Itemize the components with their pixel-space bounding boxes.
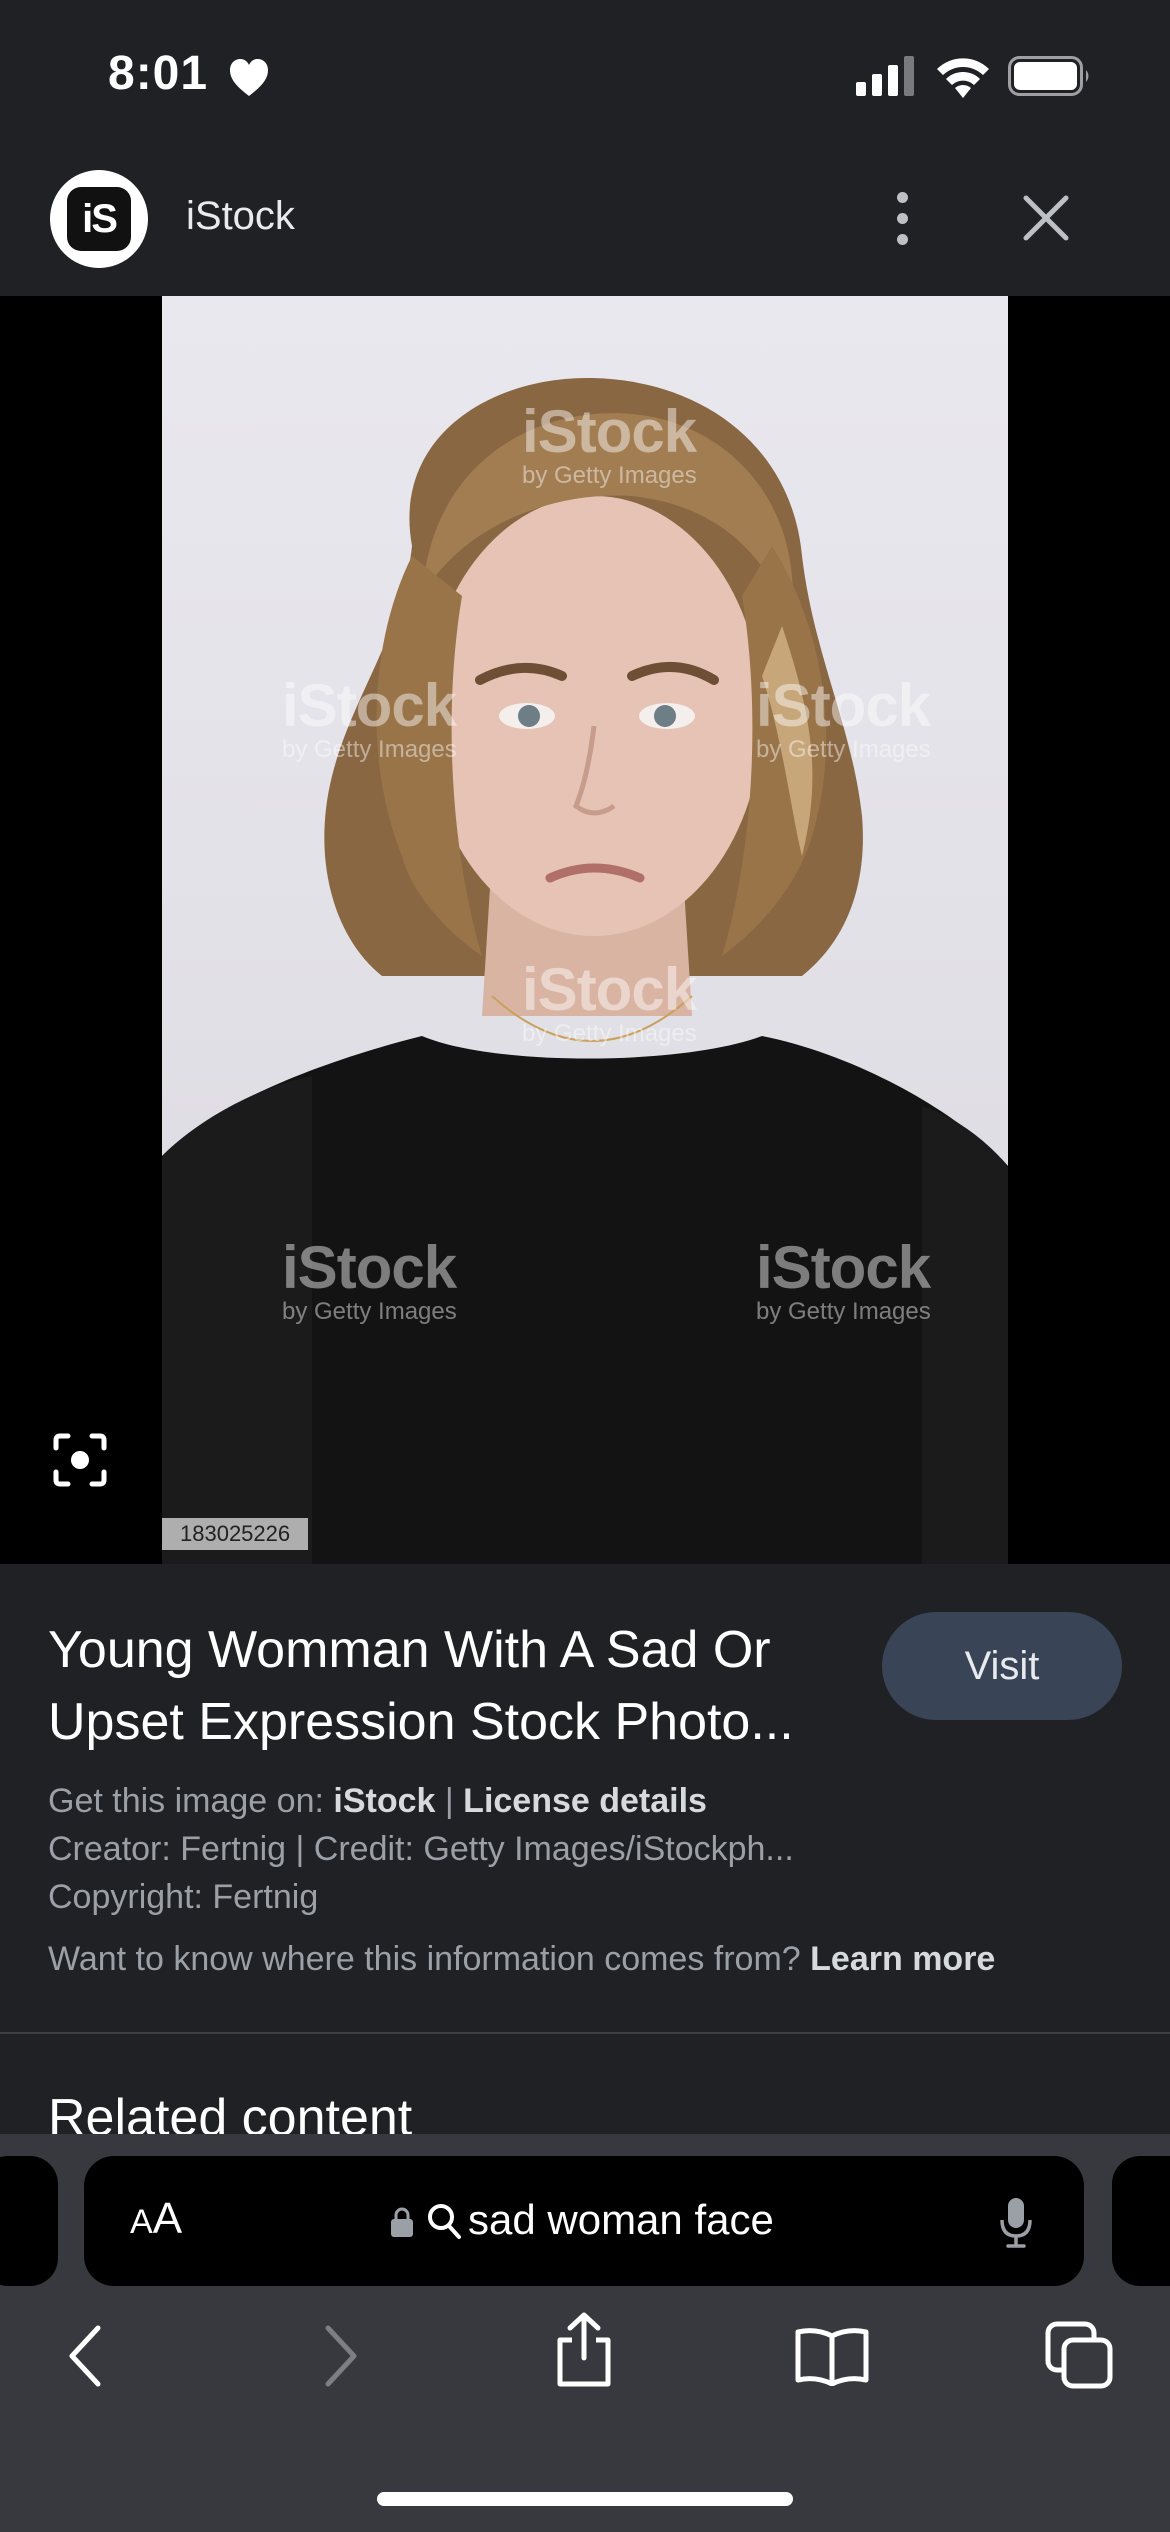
source-header: iS iStock: [0, 150, 1170, 296]
copyright-line: Copyright: Fertnig: [48, 1878, 319, 1916]
get-image-source-link[interactable]: iStock: [333, 1782, 435, 1820]
bookmarks-icon[interactable]: [794, 2326, 870, 2386]
info-panel: Young Womman With A Sad Or Upset Express…: [0, 1564, 1170, 2134]
heart-icon: [230, 59, 268, 96]
more-dot-icon: [896, 233, 908, 245]
safari-bottom-bar: AA sad woman face: [0, 2134, 1170, 2532]
result-title[interactable]: Young Womman With A Sad Or Upset Express…: [48, 1614, 868, 1758]
watermark: iStock by Getty Images: [756, 1234, 931, 1325]
watermark: iStock by Getty Images: [282, 1234, 457, 1325]
learn-more-link[interactable]: Learn more: [810, 1940, 995, 1978]
share-icon[interactable]: [552, 2312, 616, 2388]
microphone-icon[interactable]: [998, 2196, 1034, 2250]
license-details-link[interactable]: License details: [463, 1782, 707, 1820]
page-settings-button[interactable]: AA: [130, 2194, 182, 2244]
image-viewer[interactable]: iStock by Getty Images iStock by Getty Ima…: [0, 296, 1170, 1564]
more-dot-icon: [896, 191, 908, 203]
battery-icon: [1008, 56, 1089, 96]
lens-search-icon[interactable]: [52, 1432, 108, 1488]
cellular-signal-icon: [856, 56, 914, 96]
result-photo[interactable]: iStock by Getty Images iStock by Getty Ima…: [162, 296, 1008, 1564]
previous-tab-peek[interactable]: [0, 2156, 58, 2286]
address-bar[interactable]: AA sad woman face: [84, 2156, 1084, 2286]
next-tab-peek[interactable]: [1112, 2156, 1170, 2286]
watermark: iStock by Getty Images: [282, 672, 457, 763]
lock-icon: [391, 2207, 413, 2237]
status-time: 8:01: [108, 47, 209, 100]
more-options-button[interactable]: [880, 180, 924, 256]
wifi-icon: [937, 58, 989, 98]
home-indicator[interactable]: [377, 2492, 793, 2506]
back-icon[interactable]: [66, 2324, 106, 2388]
forward-icon[interactable]: [320, 2324, 360, 2388]
more-dot-icon: [896, 212, 908, 224]
tabs-icon[interactable]: [1044, 2320, 1114, 2390]
creator-line: Creator: Fertnig | Credit: Getty Images/…: [48, 1830, 794, 1868]
related-content-heading: Related content: [48, 2089, 413, 2134]
istock-logo: iS: [67, 187, 131, 251]
close-icon[interactable]: [1018, 190, 1074, 246]
watermark: iStock by Getty Images: [756, 672, 931, 763]
divider: [0, 2032, 1170, 2034]
search-icon: [428, 2204, 461, 2239]
watermark: iStock by Getty Images: [522, 956, 697, 1047]
visit-button[interactable]: Visit: [882, 1612, 1122, 1720]
address-text[interactable]: sad woman face: [468, 2196, 774, 2244]
get-image-line: Get this image on: iStock | License deta…: [48, 1782, 707, 1820]
watermark: iStock by Getty Images: [522, 398, 697, 489]
source-logo[interactable]: iS: [50, 170, 148, 268]
source-name[interactable]: iStock: [186, 194, 295, 239]
status-bar: 8:01: [0, 0, 1170, 150]
info-source-line: Want to know where this information come…: [48, 1940, 996, 1978]
photo-id: 183025226: [162, 1518, 309, 1550]
